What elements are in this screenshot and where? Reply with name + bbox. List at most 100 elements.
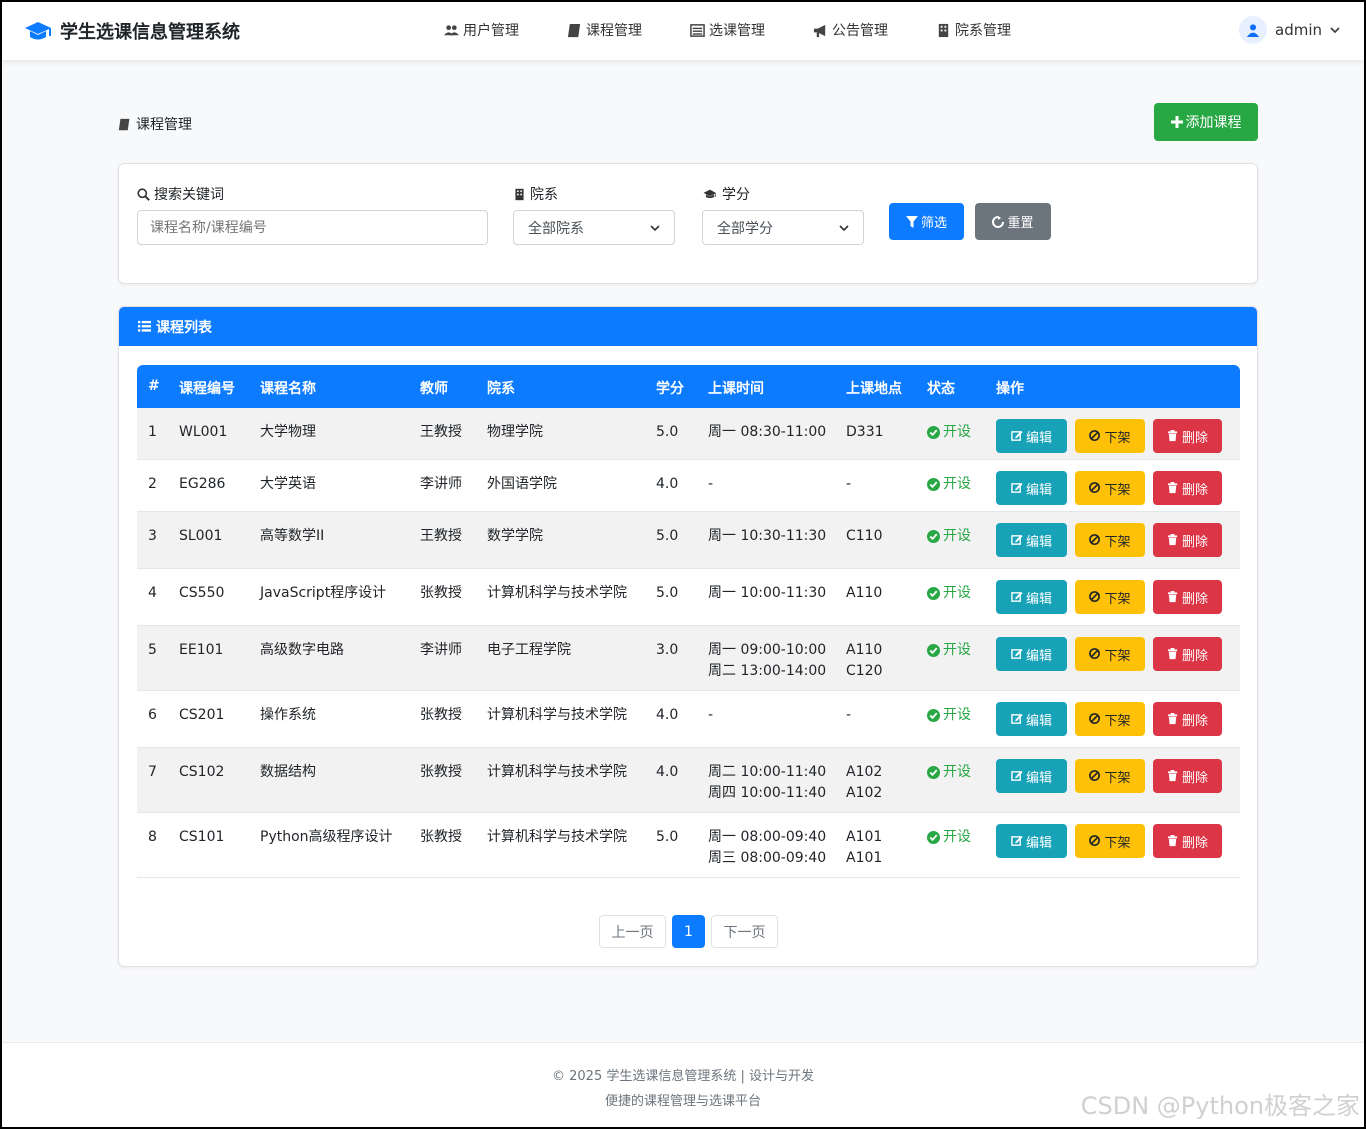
check-circle-icon	[927, 587, 940, 600]
col-index: #	[148, 378, 160, 394]
course-code: EG286	[179, 476, 226, 492]
course-place: -	[846, 474, 851, 495]
col-status: 状态	[927, 381, 955, 397]
edit-button[interactable]: 编辑	[996, 523, 1067, 557]
unpublish-button[interactable]: 下架	[1075, 824, 1145, 858]
nav-item-label: 选课管理	[709, 23, 765, 39]
delete-button[interactable]: 删除	[1153, 471, 1222, 505]
course-code: CS102	[179, 764, 225, 780]
graduation-cap-icon	[25, 22, 51, 40]
page-title: 课程管理	[118, 114, 192, 134]
nav-item-announcements[interactable]: 公告管理	[813, 20, 888, 40]
course-time: 周一 08:30-11:00	[708, 422, 826, 443]
course-time: -	[708, 474, 713, 495]
nav-item-courses[interactable]: 课程管理	[567, 20, 642, 40]
prev-page-button[interactable]: 上一页	[599, 915, 666, 948]
course-teacher: 李讲师	[420, 476, 462, 492]
delete-button[interactable]: 删除	[1153, 702, 1222, 736]
users-icon	[444, 24, 459, 35]
unpublish-button[interactable]: 下架	[1075, 702, 1145, 736]
unpublish-button[interactable]: 下架	[1075, 523, 1145, 557]
table-header: # 课程编号 课程名称 教师 院系 学分 上课时间 上课地点 状态 操作	[137, 365, 1240, 408]
unpublish-button[interactable]: 下架	[1075, 419, 1145, 453]
reset-button-label: 重置	[1007, 216, 1034, 231]
keyword-input[interactable]	[137, 210, 488, 245]
course-list-card: 课程列表 # 课程编号 课程名称 教师 院系 学分 上课时间 上课地点 状态 操…	[118, 306, 1258, 967]
check-circle-icon	[927, 766, 940, 779]
edit-button[interactable]: 编辑	[996, 702, 1067, 736]
table-row: 3 SL001 高等数学II 王教授 数学学院 5.0 周一 10:30-11:30 C110…	[137, 512, 1240, 569]
edit-button[interactable]: 编辑	[996, 759, 1067, 793]
nav-item-enrollment[interactable]: 选课管理	[690, 20, 765, 40]
unpublish-button-label: 下架	[1104, 482, 1131, 498]
edit-button[interactable]: 编辑	[996, 471, 1067, 505]
delete-button[interactable]: 删除	[1153, 419, 1222, 453]
credit-label-text: 学分	[722, 187, 750, 203]
delete-button[interactable]: 删除	[1153, 637, 1222, 671]
course-place: C110	[846, 526, 883, 547]
edit-icon	[1011, 648, 1023, 659]
trash-icon	[1167, 835, 1178, 847]
course-dept: 计算机科学与技术学院	[487, 707, 627, 723]
delete-button-label: 删除	[1181, 770, 1208, 786]
course-time-line: 周一 10:30-11:30	[708, 528, 827, 544]
delete-button[interactable]: 删除	[1153, 580, 1222, 614]
edit-button[interactable]: 编辑	[996, 637, 1067, 671]
course-time-line: 周四 10:00-11:40	[708, 785, 827, 801]
footer-copyright: © 2025 学生选课信息管理系统 | 设计与开发	[552, 1069, 814, 1084]
delete-button-label: 删除	[1181, 835, 1208, 851]
dept-label: 院系	[513, 184, 558, 204]
next-page-button[interactable]: 下一页	[711, 915, 778, 948]
delete-button[interactable]: 删除	[1153, 824, 1222, 858]
course-credit: 5.0	[656, 528, 679, 544]
trash-icon	[1167, 770, 1178, 782]
nav-item-users[interactable]: 用户管理	[444, 20, 519, 40]
course-time: 周一 08:00-09:40 周三 08:00-09:40	[708, 827, 826, 869]
delete-button[interactable]: 删除	[1153, 523, 1222, 557]
edit-button[interactable]: 编辑	[996, 824, 1067, 858]
course-place-line: A101	[846, 850, 883, 866]
table-row: 6 CS201 操作系统 张教授 计算机科学与技术学院 4.0 - - 开设 编辑 下架 删除	[137, 691, 1240, 748]
page-1-button[interactable]: 1	[672, 915, 705, 948]
user-menu[interactable]: admin	[1239, 16, 1340, 44]
col-name: 课程名称	[260, 381, 316, 397]
unpublish-button[interactable]: 下架	[1075, 637, 1145, 671]
unpublish-button[interactable]: 下架	[1075, 759, 1145, 793]
course-dept: 计算机科学与技术学院	[487, 764, 627, 780]
unpublish-button[interactable]: 下架	[1075, 580, 1145, 614]
edit-button[interactable]: 编辑	[996, 580, 1067, 614]
course-code: WL001	[179, 424, 228, 440]
watermark: CSDN @Python极客之家	[1080, 1092, 1360, 1120]
edit-icon	[1011, 534, 1023, 545]
edit-icon	[1011, 835, 1023, 846]
delete-button[interactable]: 删除	[1153, 759, 1222, 793]
unpublish-button-label: 下架	[1104, 534, 1131, 550]
nav-item-departments[interactable]: 院系管理	[936, 20, 1011, 40]
course-time-line: 周三 08:00-09:40	[708, 850, 827, 866]
course-time: 周一 10:00-11:30	[708, 583, 826, 604]
course-teacher: 李讲师	[420, 642, 462, 658]
add-course-button[interactable]: 添加课程	[1154, 103, 1258, 141]
check-circle-icon	[927, 709, 940, 722]
reset-button[interactable]: 重置	[975, 203, 1051, 240]
course-time: 周一 09:00-10:00 周二 13:00-14:00	[708, 640, 826, 682]
course-name: Python高级程序设计	[260, 829, 393, 845]
edit-button-label: 编辑	[1025, 648, 1052, 664]
edit-button[interactable]: 编辑	[996, 419, 1067, 453]
list-icon	[138, 320, 151, 332]
course-place-line: -	[846, 476, 852, 492]
course-time: 周二 10:00-11:40 周四 10:00-11:40	[708, 762, 826, 804]
dept-select[interactable]: 全部院系	[513, 210, 675, 245]
delete-button-label: 删除	[1181, 591, 1208, 607]
filter-button[interactable]: 筛选	[889, 203, 964, 240]
ban-icon	[1089, 482, 1101, 493]
col-time: 上课时间	[708, 381, 764, 397]
unpublish-button[interactable]: 下架	[1075, 471, 1145, 505]
course-table: # 课程编号 课程名称 教师 院系 学分 上课时间 上课地点 状态 操作 1 WL…	[137, 365, 1240, 883]
brand[interactable]: 学生选课信息管理系统	[24, 18, 240, 44]
course-time-line: 周二 13:00-14:00	[708, 663, 827, 679]
course-teacher: 张教授	[420, 829, 462, 845]
credit-select[interactable]: 全部学分	[702, 210, 864, 245]
course-place: A102 A102	[846, 762, 882, 804]
status-label: 开设	[943, 585, 971, 601]
